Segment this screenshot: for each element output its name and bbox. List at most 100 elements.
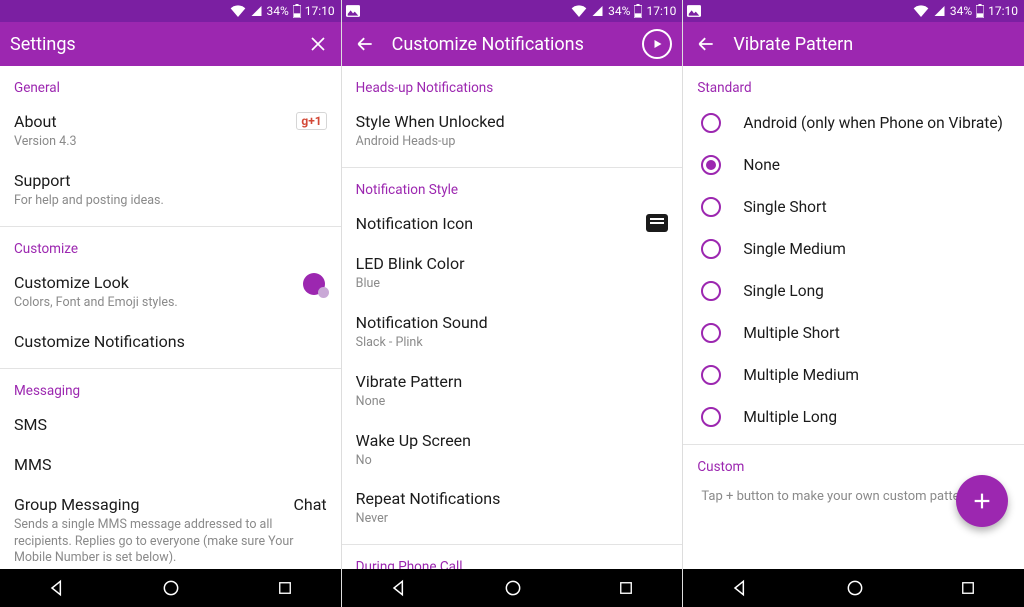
color-preview-icon: [303, 273, 327, 297]
radio-option[interactable]: Multiple Long: [683, 396, 1024, 438]
radio-option[interactable]: Multiple Medium: [683, 354, 1024, 396]
support-title: Support: [14, 171, 327, 191]
page-title: Settings: [10, 34, 76, 55]
radio-option[interactable]: Single Medium: [683, 228, 1024, 270]
row-group-messaging[interactable]: Group Messaging Chat Sends a single MMS …: [0, 485, 341, 569]
radio-icon: [701, 239, 721, 259]
phone-customize-notifications: 34% 17:10 Customize Notifications Heads-…: [342, 0, 684, 607]
content: Standard Android (only when Phone on Vib…: [683, 66, 1024, 569]
section-call: During Phone Call: [342, 545, 683, 569]
radio-icon: [701, 365, 721, 385]
clock: 17:10: [305, 4, 335, 18]
radio-label: Multiple Medium: [743, 366, 859, 384]
status-bar: 34% 17:10: [342, 0, 683, 22]
signal-icon: [591, 5, 604, 17]
group-title: Group Messaging: [14, 495, 284, 515]
plus-icon: [971, 490, 993, 512]
nav-recent-icon[interactable]: [959, 579, 977, 597]
nav-recent-icon[interactable]: [617, 579, 635, 597]
row-style-unlocked[interactable]: Style When Unlocked Android Heads-up: [342, 102, 683, 161]
nav-bar: [342, 569, 683, 607]
row-sound[interactable]: Notification SoundSlack - Plink: [342, 303, 683, 362]
row-repeat[interactable]: Repeat NotificationsNever: [342, 479, 683, 538]
radio-option[interactable]: Single Long: [683, 270, 1024, 312]
battery-pct: 34%: [950, 4, 972, 18]
close-icon[interactable]: [305, 31, 331, 57]
about-sub: Version 4.3: [14, 134, 286, 151]
radio-label: Multiple Long: [743, 408, 837, 426]
nav-bar: [0, 569, 341, 607]
clock: 17:10: [988, 4, 1018, 18]
row-customize-look[interactable]: Customize Look Colors, Font and Emoji st…: [0, 263, 341, 322]
wifi-icon: [913, 5, 929, 17]
radio-label: Multiple Short: [743, 324, 840, 342]
battery-pct: 34%: [267, 4, 289, 18]
radio-option[interactable]: Android (only when Phone on Vibrate): [683, 102, 1024, 144]
row-sms[interactable]: SMS: [0, 405, 341, 445]
radio-option[interactable]: Multiple Short: [683, 312, 1024, 354]
section-customize: Customize: [0, 227, 341, 263]
signal-icon: [933, 5, 946, 17]
app-bar: Customize Notifications: [342, 22, 683, 66]
row-vibrate[interactable]: Vibrate PatternNone: [342, 362, 683, 421]
group-trail: Chat: [294, 495, 327, 514]
battery-icon: [293, 4, 301, 18]
phone-settings: 34% 17:10 Settings General About Version…: [0, 0, 342, 607]
row-mms[interactable]: MMS: [0, 445, 341, 485]
battery-icon: [634, 4, 642, 18]
page-title: Vibrate Pattern: [733, 34, 853, 55]
picture-icon: [346, 5, 360, 17]
nav-back-icon[interactable]: [389, 578, 409, 598]
customize-notifications-title: Customize Notifications: [14, 332, 327, 352]
group-sub: Sends a single MMS message addressed to …: [14, 517, 327, 568]
radio-icon: [701, 113, 721, 133]
nav-bar: [683, 569, 1024, 607]
row-support[interactable]: Support For help and posting ideas.: [0, 161, 341, 220]
radio-label: None: [743, 156, 780, 174]
fab-add[interactable]: [956, 475, 1008, 527]
section-headsup: Heads-up Notifications: [342, 66, 683, 102]
row-wake[interactable]: Wake Up ScreenNo: [342, 421, 683, 480]
app-bar: Settings: [0, 22, 341, 66]
status-bar: 34% 17:10: [0, 0, 341, 22]
row-about[interactable]: About Version 4.3 g+1: [0, 102, 341, 161]
nav-back-icon[interactable]: [730, 578, 750, 598]
nav-home-icon[interactable]: [845, 578, 865, 598]
page-title: Customize Notifications: [392, 34, 584, 55]
nav-recent-icon[interactable]: [276, 579, 294, 597]
back-icon[interactable]: [352, 31, 378, 57]
section-standard: Standard: [683, 66, 1024, 102]
radio-icon: [701, 407, 721, 427]
radio-label: Single Medium: [743, 240, 845, 258]
signal-icon: [250, 5, 263, 17]
app-bar: Vibrate Pattern: [683, 22, 1024, 66]
gplus-badge[interactable]: g+1: [296, 112, 326, 130]
play-icon[interactable]: [642, 29, 672, 59]
support-sub: For help and posting ideas.: [14, 193, 327, 210]
status-bar: 34% 17:10: [683, 0, 1024, 22]
radio-label: Single Long: [743, 282, 824, 300]
radio-icon: [701, 323, 721, 343]
radio-icon: [701, 155, 721, 175]
battery-pct: 34%: [608, 4, 630, 18]
back-icon[interactable]: [693, 31, 719, 57]
radio-option[interactable]: Single Short: [683, 186, 1024, 228]
radio-icon: [701, 197, 721, 217]
about-title: About: [14, 112, 286, 132]
chat-bubble-icon: [646, 214, 668, 232]
customize-look-title: Customize Look: [14, 273, 293, 293]
nav-home-icon[interactable]: [161, 578, 181, 598]
nav-back-icon[interactable]: [47, 578, 67, 598]
content: Heads-up Notifications Style When Unlock…: [342, 66, 683, 569]
row-customize-notifications[interactable]: Customize Notifications: [0, 322, 341, 362]
section-notif-style: Notification Style: [342, 168, 683, 204]
section-messaging: Messaging: [0, 369, 341, 405]
radio-option[interactable]: None: [683, 144, 1024, 186]
row-notif-icon[interactable]: Notification Icon: [342, 204, 683, 244]
picture-icon: [687, 5, 701, 17]
row-led[interactable]: LED Blink ColorBlue: [342, 244, 683, 303]
radio-icon: [701, 281, 721, 301]
radio-list: Android (only when Phone on Vibrate) None…: [683, 102, 1024, 438]
nav-home-icon[interactable]: [503, 578, 523, 598]
phone-vibrate-pattern: 34% 17:10 Vibrate Pattern Standard Andro…: [683, 0, 1024, 607]
